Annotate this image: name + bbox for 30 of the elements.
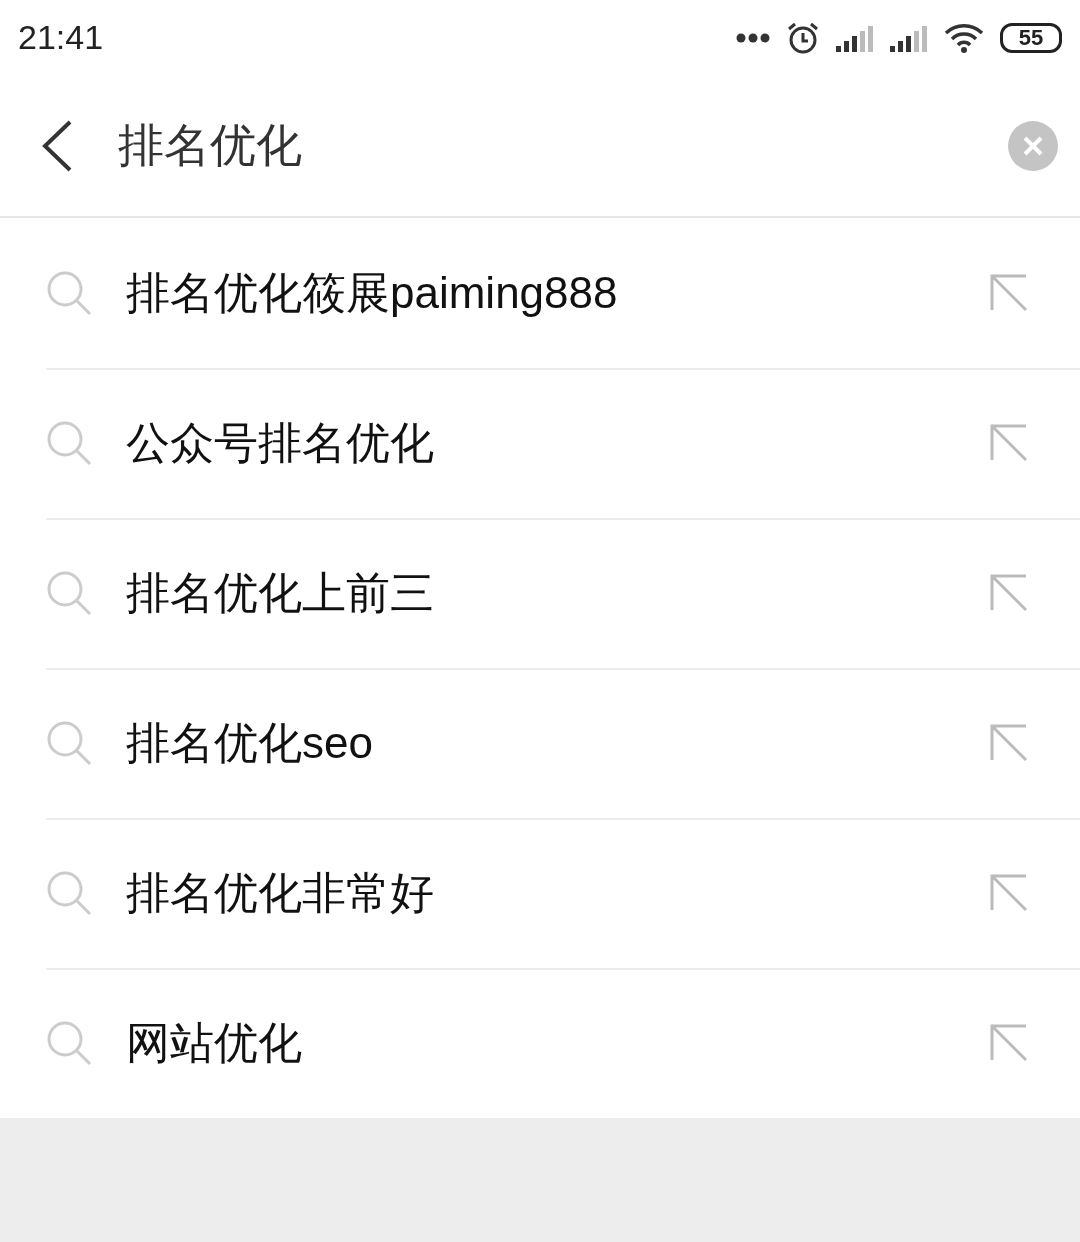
fill-arrow-button[interactable] — [990, 274, 1028, 312]
search-icon — [46, 870, 92, 916]
fill-arrow-button[interactable] — [990, 874, 1028, 912]
search-field[interactable]: 排名优化 — [118, 111, 1008, 180]
signal-icon — [890, 23, 928, 52]
fill-arrow-button[interactable] — [990, 1024, 1028, 1062]
close-icon — [1022, 134, 1044, 157]
clear-button[interactable] — [1008, 120, 1058, 171]
fill-arrow-button[interactable] — [990, 724, 1028, 762]
search-icon — [46, 570, 92, 616]
back-button[interactable] — [40, 118, 74, 173]
suggestion-text[interactable]: 网站优化 — [126, 1010, 990, 1076]
wifi-icon — [944, 22, 984, 53]
suggestion-text[interactable]: 排名优化上前三 — [126, 560, 990, 626]
clock-time: 21:41 — [18, 17, 104, 58]
fill-arrow-button[interactable] — [990, 574, 1028, 612]
suggestion-text[interactable]: 公众号排名优化 — [126, 410, 990, 476]
search-icon — [46, 420, 92, 466]
alarm-clock-icon — [786, 20, 820, 55]
fill-arrow-button[interactable] — [990, 424, 1028, 462]
search-icon — [46, 270, 92, 316]
suggestion-text[interactable]: 排名优化非常好 — [126, 860, 990, 926]
search-bar[interactable]: 排名优化 — [0, 75, 1080, 218]
search-icon — [46, 1020, 92, 1066]
more-dots-icon — [736, 32, 770, 43]
battery-level: 55 — [1000, 22, 1062, 53]
signal-icon — [836, 23, 874, 52]
suggestion-text[interactable]: 排名优化筱展paiming888 — [126, 260, 990, 326]
suggestion-text[interactable]: 排名优化seo — [126, 710, 990, 776]
search-icon — [46, 720, 92, 766]
